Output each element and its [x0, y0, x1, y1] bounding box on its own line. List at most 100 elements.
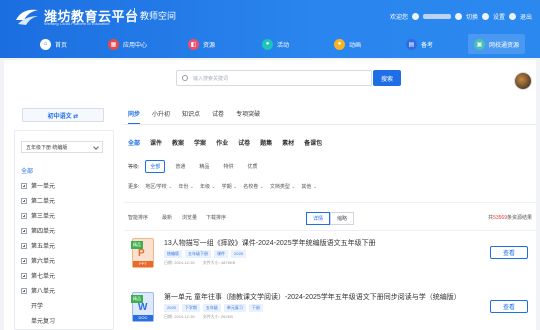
view-button[interactable]: 查看	[490, 300, 528, 313]
expand-icon[interactable]	[21, 287, 27, 294]
nav-item-home[interactable]: ⌂ 首页	[40, 34, 67, 54]
nav-item-activity[interactable]: ● 活动	[262, 34, 289, 54]
tabs-divider	[124, 124, 536, 125]
chapter-item[interactable]: 第四单元	[21, 223, 109, 238]
type-courseware[interactable]: 课件	[150, 138, 162, 147]
list-divider	[124, 230, 536, 231]
content-page: 输入搜索关键词 搜索 初中语文 ⇄ 五年级下册 统编版 全部 第一单元 第二单元…	[4, 60, 536, 330]
expand-icon[interactable]	[21, 257, 27, 264]
chapter-item[interactable]: 单元复习	[21, 313, 109, 328]
tab-junior-entrance[interactable]: 小升初	[152, 108, 170, 122]
tab-special[interactable]: 专项突破	[236, 108, 260, 122]
brand-subtitle: Weifang Cloud Platform of Education	[44, 21, 110, 26]
search-placeholder: 输入搜索关键词	[193, 76, 229, 82]
type-exam[interactable]: 试卷	[238, 138, 250, 147]
resource-tag: 单元复习	[223, 304, 246, 312]
expand-icon[interactable]	[21, 272, 27, 279]
resource-title[interactable]: 13人物描写一组《摔跤》课件-2024-2025学年统编版语文五年级下册	[164, 238, 376, 248]
expand-icon[interactable]	[21, 197, 27, 204]
type-homework[interactable]: 作业	[216, 138, 228, 147]
expand-icon[interactable]	[21, 182, 27, 189]
level-special[interactable]: 特供	[219, 161, 237, 172]
avatar[interactable]	[514, 72, 532, 90]
expand-icon[interactable]	[21, 212, 27, 219]
tab-sync[interactable]: 同步	[128, 108, 141, 124]
type-material[interactable]: 素材	[282, 138, 294, 147]
resource-title[interactable]: 第一单元 童年往事（随教课文学阅读）-2024-2025学年五年级语文下册同步阅…	[164, 292, 461, 302]
file-type-badge: PPT	[133, 261, 153, 267]
tab-papers[interactable]: 试卷	[212, 108, 224, 122]
level-filter: 等级: 全部 普通 精品 特供 优质	[128, 159, 261, 173]
view-button[interactable]: 查看	[490, 246, 528, 259]
chapter-item[interactable]: 第六单元	[21, 253, 109, 268]
filter-term[interactable]: 学期	[222, 183, 238, 190]
nav-label: 首页	[55, 42, 68, 49]
resource-tag: 2025	[231, 250, 246, 258]
logout-button[interactable]: 退出	[520, 12, 532, 21]
chapter-item[interactable]: 第一单元	[21, 178, 109, 193]
level-quality[interactable]: 优质	[243, 161, 261, 172]
sidebar: 初中语文 ⇄ 五年级下册 统编版 全部 第一单元 第二单元 第三单元 第四单元 …	[14, 102, 114, 330]
type-lesson-plan[interactable]: 教案	[172, 138, 184, 147]
expand-icon[interactable]	[21, 242, 27, 249]
level-all[interactable]: 全部	[145, 159, 166, 173]
search-bar: 输入搜索关键词 搜索	[4, 68, 536, 86]
view-thumb-button[interactable]: 缩略	[330, 212, 355, 225]
chapter-item-all[interactable]: 全部	[21, 163, 109, 178]
switch-button[interactable]: 切换	[466, 12, 478, 21]
resource-tag: 五年级	[202, 304, 221, 312]
nav-item-resources[interactable]: ◧ 资源	[188, 34, 215, 54]
doc-file-icon: 精品 W DOC	[131, 292, 154, 322]
chapter-item[interactable]: 第七单元	[21, 268, 109, 283]
more-label: 更多:	[128, 183, 140, 190]
filter-year[interactable]: 年份	[178, 183, 194, 190]
filter-region[interactable]: 地区/学校	[145, 183, 172, 190]
filter-divider	[124, 202, 536, 203]
resource-size: 文件大小: 4876KB	[202, 260, 236, 265]
level-premium[interactable]: 精品	[195, 161, 213, 172]
settings-icon	[481, 13, 489, 20]
filter-famous-school[interactable]: 名校卷	[243, 183, 264, 190]
view-detail-button[interactable]: 详情	[306, 212, 331, 225]
chapter-item[interactable]: 开学	[21, 298, 109, 313]
level-normal[interactable]: 普通	[171, 161, 189, 172]
type-study-plan[interactable]: 学案	[194, 138, 206, 147]
main-nav: ⌂ 首页 ▦ 应用中心 ◧ 资源 ● 活动 ● 动画 ▤ 备考 ▣ 网校通资源	[0, 34, 540, 54]
type-question-set[interactable]: 题集	[260, 138, 272, 147]
chapter-item[interactable]: 第二单元	[21, 193, 109, 208]
chapter-item[interactable]: 第八单元	[21, 283, 109, 298]
resource-size: 文件大小: 262KB	[202, 314, 233, 319]
search-button[interactable]: 搜索	[373, 70, 401, 86]
nav-item-exam-prep[interactable]: ▤ 备考	[406, 34, 433, 54]
sort-views[interactable]: 浏览量	[182, 214, 197, 221]
activity-icon: ●	[262, 38, 273, 50]
type-lesson-pack[interactable]: 备课包	[304, 138, 322, 147]
filter-doc-type[interactable]: 文档类型	[270, 183, 296, 190]
filter-other[interactable]: 其他	[301, 183, 317, 190]
top-header: 潍坊教育云平台 Weifang Cloud Platform of Educat…	[0, 0, 540, 58]
teacher-space-label: 教师空间	[140, 11, 177, 21]
resource-meta: 日期: 2024-12-30 文件大小: 4876KB	[164, 260, 235, 266]
chapter-item[interactable]: 第三单元	[21, 208, 109, 223]
type-all[interactable]: 全部	[128, 138, 140, 147]
search-input[interactable]: 输入搜索关键词	[176, 70, 372, 86]
subject-switcher[interactable]: 初中语文 ⇄	[22, 108, 104, 122]
user-name-redacted[interactable]	[422, 14, 451, 19]
sort-downloads[interactable]: 下载排序	[206, 214, 226, 221]
resource-tag: 2025	[164, 304, 179, 312]
settings-button[interactable]: 设置	[493, 12, 505, 21]
sort-smart[interactable]: 智能排序	[128, 214, 148, 221]
grade-select[interactable]: 五年级下册 统编版	[21, 141, 103, 153]
welcome-text: 欢迎您	[389, 15, 408, 21]
sort-latest[interactable]: 最新	[162, 214, 172, 221]
nav-item-school-net[interactable]: ▣ 网校通资源	[468, 34, 526, 54]
resource-date: 日期: 2024-12-30	[164, 314, 195, 319]
logout-icon	[508, 13, 516, 20]
level-label: 等级:	[128, 163, 140, 170]
tab-knowledge[interactable]: 知识点	[182, 108, 200, 122]
nav-item-animation[interactable]: ● 动画	[334, 34, 361, 54]
chapter-item[interactable]: 第五单元	[21, 238, 109, 253]
expand-icon[interactable]	[21, 227, 27, 234]
filter-grade[interactable]: 年级	[200, 183, 216, 190]
nav-item-app-center[interactable]: ▦ 应用中心	[108, 34, 147, 54]
